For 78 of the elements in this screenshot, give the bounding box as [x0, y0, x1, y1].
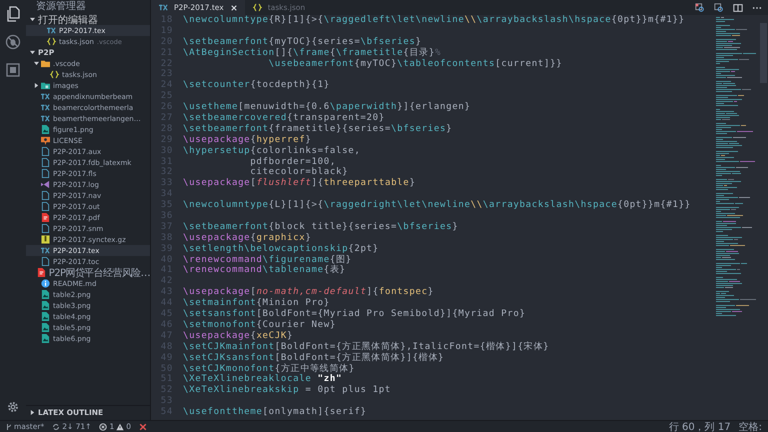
markup-file-icon	[41, 114, 50, 123]
log-file-icon	[41, 180, 50, 189]
image-file-icon	[41, 290, 50, 299]
code-line: \usetheme[menuwidth={0.6\paperwidth}]{erlangen}	[183, 102, 471, 113]
code-line: \setbeamerfont{myTOC}{series=\bfseries}	[183, 36, 422, 48]
code-line: \setcounter{tocdepth}{1}	[183, 80, 330, 92]
code-line: \renewcommand\tablename{表}	[183, 265, 346, 276]
code-line: \usepackage[no-math,cm-default]{fontspec}	[183, 287, 434, 298]
code-line: \hypersetup{colorlinks=false,	[183, 146, 360, 157]
preview-icon[interactable]	[714, 2, 724, 12]
pdf-file-icon	[41, 213, 50, 222]
cursor-position[interactable]: 行 60，列 17	[668, 420, 731, 432]
image-file-icon	[41, 312, 50, 321]
section-header[interactable]: 打开的编辑器	[26, 14, 150, 25]
file-item[interactable]: P2P网贷平台经营风险…	[26, 267, 150, 278]
folder-icon	[41, 59, 50, 68]
chevron-icon	[34, 83, 39, 88]
markup-file-icon	[41, 92, 50, 101]
markup-file-icon	[47, 26, 56, 35]
chevron-icon	[34, 61, 39, 66]
image-folder-icon	[41, 81, 50, 90]
minimap-drawing[interactable]	[716, 17, 756, 317]
code-line: \newcolumntype{R}[1]{>{\raggedleft\let\newline\\\arraybackslash\hspace{0pt}}m{#1}}	[183, 15, 685, 26]
document-icon	[41, 224, 50, 233]
extensions-icon[interactable]	[5, 62, 21, 78]
code-line: \setbeamercovered{transparent=20}	[183, 113, 385, 124]
code-line: \usepackage{xeCJK}	[183, 330, 294, 342]
files-icon[interactable]	[5, 6, 21, 22]
image-file-icon	[41, 323, 50, 332]
sync-icon	[52, 422, 60, 430]
braces-icon	[47, 37, 56, 46]
code-line: \setsansfont[BoldFont={Myriad Pro Semibold}]{Myriad Pro}	[183, 309, 526, 320]
markup-file-icon	[41, 103, 50, 112]
branch-icon	[6, 422, 12, 430]
code-line: pdfborder=100,	[249, 156, 336, 167]
more-icon[interactable]	[752, 6, 762, 10]
code-line: \XeTeXlinebreakskip = 0pt plus 1pt	[183, 385, 392, 396]
certificate-icon	[41, 136, 50, 145]
code-line: \usepackage{hyperref}	[183, 134, 312, 146]
markup-file-icon	[41, 246, 50, 255]
code-line: \setmainfont{Minion Pro}	[183, 298, 330, 309]
braces-icon	[252, 3, 262, 12]
code-line: citecolor=black}	[249, 167, 348, 178]
chevron-icon	[30, 17, 35, 22]
code-line: \XeTeXlinebreaklocale "zh"	[183, 374, 342, 385]
code-line: \setCJKsansfont[BoldFont={方正黑体简体}]{楷体}	[183, 352, 444, 364]
document-icon	[41, 257, 50, 266]
code-line: \setlength\belowcaptionskip{2pt}	[183, 244, 379, 255]
close-icon[interactable]	[139, 422, 148, 430]
split-editor-icon[interactable]	[733, 2, 743, 12]
code-line: \renewcommand\figurename{图}	[183, 254, 352, 265]
chevron-icon	[30, 50, 35, 55]
code-line: \newcolumntype{L}[1]{>{\raggedright\let\newline\\\arraybackslash\hspace{0pt}}m{#1}}	[183, 200, 691, 212]
explorer-title: 资源管理器	[35, 0, 87, 14]
pdf-file-icon	[36, 268, 46, 277]
braces-icon	[50, 70, 59, 79]
image-file-icon	[41, 301, 50, 310]
code-line: \setmonofont{Courier New}	[183, 320, 336, 331]
archive-icon	[41, 235, 50, 244]
markup-file-icon	[159, 3, 168, 12]
code-line: \usefonttheme[onlymath]{serif}	[183, 407, 367, 418]
code-line: \AtBeginSection[]{\frame{\frametitle{目录}%	[183, 48, 442, 59]
code-line: \usepackage{graphicx}	[183, 232, 312, 244]
code-line: \setbeamerfont{frametitle}{series=\bfseries}	[183, 124, 452, 135]
indentation-indicator[interactable]: 空格:	[738, 420, 762, 432]
code-line: \setCJKmonofont{方正中等线简体}	[183, 364, 355, 374]
image-file-icon	[41, 125, 50, 134]
settings-icon[interactable]	[6, 400, 20, 414]
debug-icon[interactable]	[5, 34, 21, 50]
error-icon	[99, 422, 108, 430]
info-icon	[41, 279, 50, 288]
image-file-icon	[41, 334, 50, 343]
preview-icon[interactable]	[695, 2, 705, 12]
chevron-icon	[30, 410, 35, 414]
code-line: \setbeamerfont{block title}{series=\bfseries}	[183, 222, 458, 233]
code-line: \usebeamerfont{myTOC}\tableofcontents[current]}}	[268, 58, 562, 70]
code-line: \usepackage[flushleft]{threeparttable}	[183, 178, 416, 190]
code-line: \setCJKmainfont[BoldFont={方正黑体简体},ItalicFont={楷体}]{宋体}	[183, 342, 550, 352]
